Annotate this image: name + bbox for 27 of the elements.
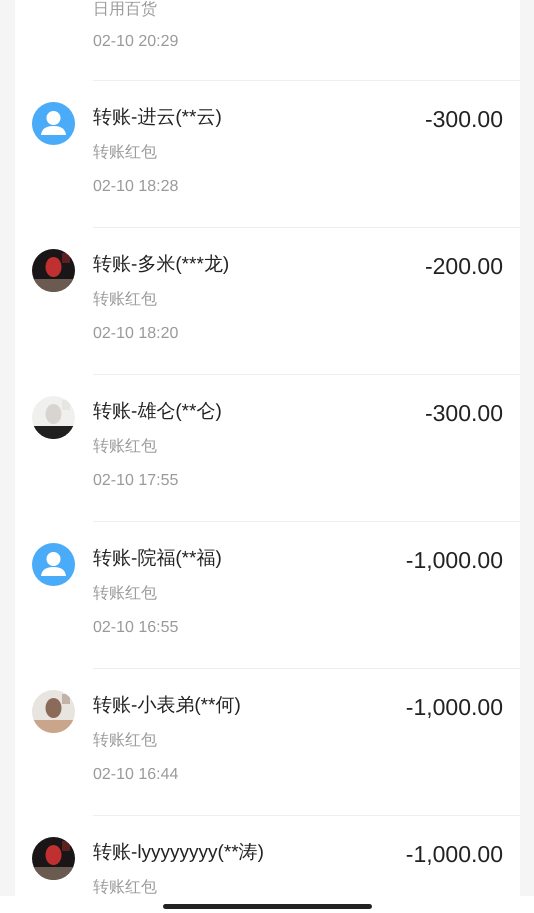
transaction-title: 转账-lyyyyyyyy(**涛) (93, 841, 265, 865)
transaction-time: 02-10 16:44 (93, 765, 180, 785)
transaction-title: 转账-进云(**云) (93, 106, 223, 130)
transaction-title: 转账-院福(**福) (93, 547, 223, 571)
transaction-amount: -1,000.00 (406, 546, 503, 575)
default-avatar-icon (32, 543, 75, 586)
transaction-time: 02-10 16:55 (93, 618, 180, 638)
transaction-category: 转账红包 (93, 143, 158, 163)
default-avatar-icon (32, 102, 75, 145)
transaction-time: 02-10 20:29 (93, 32, 180, 52)
transaction-amount: -1,000.00 (406, 840, 503, 869)
transaction-category: 转账红包 (93, 731, 158, 751)
transaction-amount: -300.00 (424, 105, 503, 134)
transaction-time: 02-10 18:28 (93, 177, 180, 197)
transaction-time: 02-10 18:20 (93, 324, 180, 344)
transaction-title: 转账-多米(***龙) (93, 253, 230, 277)
transaction-time: 02-10 17:55 (93, 471, 180, 491)
transaction-title: 转账-小表弟(**何) (93, 694, 242, 718)
transaction-title: 转账-雄仑(**仑) (93, 400, 223, 424)
transaction-category: 转账红包 (93, 290, 158, 310)
transaction-amount: -200.00 (424, 252, 503, 281)
transaction-category: 转账红包 (93, 437, 158, 457)
transaction-category: 日用百货 (93, 0, 158, 20)
transaction-amount: -300.00 (424, 399, 503, 428)
transaction-amount: -1,000.00 (406, 693, 503, 722)
transaction-category: 转账红包 (93, 878, 158, 898)
transaction-category: 转账红包 (93, 584, 158, 604)
